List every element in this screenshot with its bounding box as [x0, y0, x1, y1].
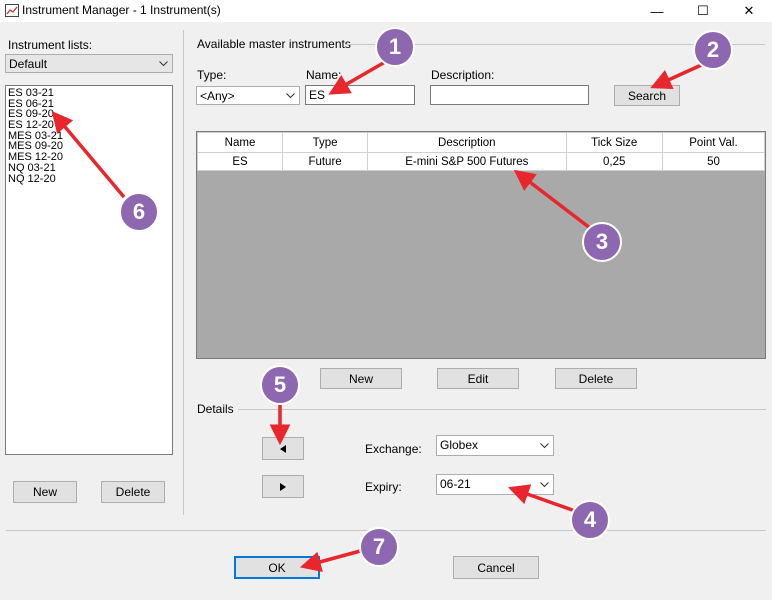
- arrow-3: [513, 169, 592, 230]
- callout-1: 1: [375, 27, 415, 67]
- callout-7: 7: [359, 527, 399, 567]
- callout-2: 2: [693, 30, 733, 70]
- arrow-7: [299, 548, 365, 573]
- callout-4: 4: [570, 500, 610, 540]
- callout-6: 6: [119, 192, 159, 232]
- annotation-arrows: [51, 60, 709, 573]
- arrow-4: [508, 484, 579, 514]
- arrow-6: [51, 110, 126, 199]
- callout-3: 3: [582, 222, 622, 262]
- callout-5: 5: [260, 365, 300, 405]
- arrow-1: [328, 60, 386, 95]
